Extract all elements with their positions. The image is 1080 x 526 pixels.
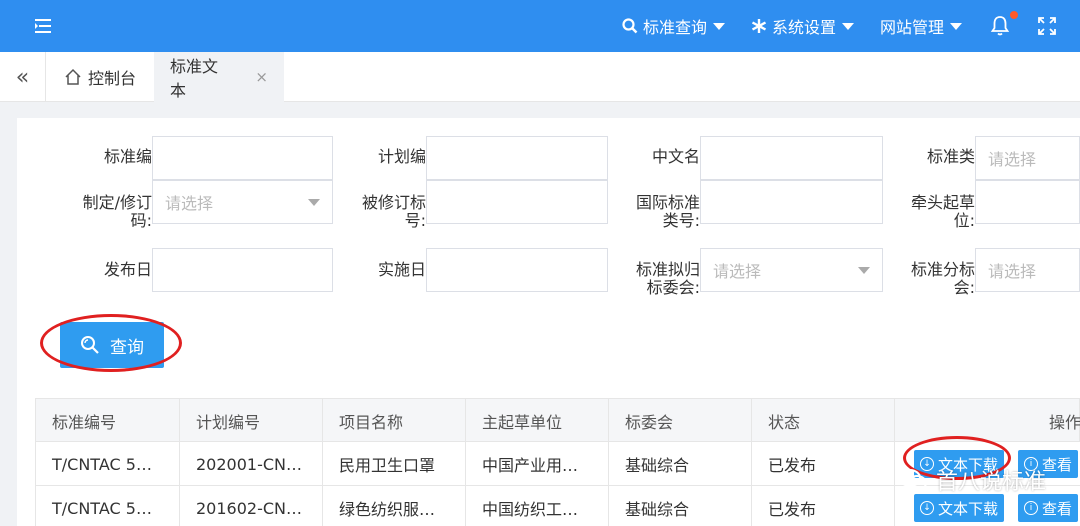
- download-text-button[interactable]: ↓ 文本下载: [914, 494, 1005, 522]
- label-subcommittee-line2: 会:: [953, 278, 975, 297]
- select-standard-type[interactable]: 请选择: [975, 136, 1080, 180]
- view-button[interactable]: i 查看: [1018, 494, 1079, 522]
- download-text-label: 文本下载: [938, 499, 999, 518]
- label-revised-standard-line2: 号:: [404, 211, 426, 230]
- label-proposed-committee-line1: 标准拟归: [635, 260, 700, 279]
- cell-plan-number: 201602-CN…: [180, 486, 323, 526]
- chevron-down-icon: [841, 22, 854, 30]
- cell-lead-unit: 中国产业用…: [466, 442, 609, 486]
- fullscreen-icon[interactable]: [1038, 17, 1056, 35]
- tab-console-label: 控制台: [88, 69, 137, 88]
- nav-site-management[interactable]: 网站管理: [880, 14, 962, 38]
- top-nav-menu: 标准查询 系统设置 网站管理: [596, 0, 1056, 52]
- search-button[interactable]: 查询: [60, 322, 164, 368]
- collapse-sidebar-button[interactable]: «: [0, 52, 46, 102]
- label-revised-standard-line1: 被修订标: [361, 193, 426, 212]
- watermark-text: 首八说标准: [935, 470, 1046, 495]
- select-revision-code-placeholder: 请选择: [165, 194, 214, 213]
- label-proposed-committee-line2: 标委会:: [646, 278, 700, 297]
- tab-console[interactable]: 控制台: [48, 52, 152, 102]
- cell-standard-number: T/CNTAC 5…: [36, 442, 180, 486]
- nav-site-management-label: 网站管理: [879, 18, 944, 37]
- header-standard-number: 标准编号: [36, 399, 180, 443]
- menu-toggle-icon[interactable]: [33, 16, 53, 36]
- label-international-class-line1: 国际标准: [635, 193, 700, 212]
- search-icon: [81, 336, 99, 354]
- cell-status: 已发布: [752, 486, 895, 526]
- chevron-down-icon: [712, 22, 725, 30]
- view-label: 查看: [1042, 455, 1073, 474]
- tab-bar: « 控制台 标准文本 ×: [0, 52, 1080, 102]
- select-standard-type-placeholder: 请选择: [988, 150, 1037, 169]
- header-lead-unit: 主起草单位: [466, 399, 609, 443]
- header-actions: 操作: [1048, 413, 1080, 432]
- nav-standard-query-label: 标准查询: [642, 18, 707, 37]
- header-project-name: 项目名称: [323, 399, 466, 443]
- label-subcommittee: 标准分标 会:: [840, 261, 975, 297]
- cell-project-name: 绿色纺织服…: [323, 486, 466, 526]
- wechat-icon: [898, 469, 927, 491]
- cell-standard-number: T/CNTAC 5…: [36, 486, 180, 526]
- label-revised-standard: 被修订标 号:: [291, 194, 426, 230]
- label-lead-drafter-line2: 位:: [953, 211, 975, 230]
- top-navigation-bar: 标准查询 系统设置 网站管理: [0, 0, 1080, 52]
- header-status: 状态: [752, 399, 895, 443]
- header-plan-number: 计划编号: [180, 399, 323, 443]
- watermark: 首八说标准: [898, 464, 1046, 496]
- nav-system-settings-label: 系统设置: [771, 18, 836, 37]
- double-chevron-left-icon: «: [15, 64, 30, 90]
- label-proposed-committee: 标准拟归 标委会:: [565, 261, 700, 297]
- chevron-down-icon: [950, 22, 962, 30]
- cell-committee: 基础综合: [609, 442, 752, 486]
- cell-committee: 基础综合: [609, 486, 752, 526]
- select-proposed-committee-placeholder: 请选择: [713, 262, 762, 281]
- label-revision-code-line2: 码:: [130, 211, 152, 230]
- tab-standard-text-label: 标准文本: [170, 57, 219, 100]
- notification-button[interactable]: [990, 11, 1018, 37]
- nav-system-settings[interactable]: 系统设置: [751, 14, 854, 38]
- view-label: 查看: [1042, 499, 1073, 518]
- close-icon[interactable]: ×: [255, 68, 268, 86]
- download-icon: ↓: [920, 501, 934, 515]
- search-button-label: 查询: [110, 337, 144, 358]
- home-icon: [65, 68, 81, 85]
- label-lead-drafter-line1: 牵头起草: [910, 193, 975, 212]
- label-plan-number: 计划编: [377, 147, 426, 166]
- cell-plan-number: 202001-CN…: [180, 442, 323, 486]
- label-publish-date: 发布日: [103, 260, 152, 279]
- select-subcommittee[interactable]: 请选择: [975, 248, 1080, 292]
- label-revision-code-line1: 制定/修订: [82, 193, 152, 212]
- table-header: 标准编号 计划编号 项目名称 主起草单位 标委会 状态 操作: [35, 398, 1080, 443]
- label-standard-number: 标准编: [103, 147, 152, 166]
- label-international-class-line2: 类号:: [662, 211, 700, 230]
- label-subcommittee-line1: 标准分标: [910, 260, 975, 279]
- input-lead-drafter[interactable]: [975, 180, 1080, 224]
- info-icon: i: [1024, 501, 1038, 515]
- bell-icon: [990, 16, 1010, 36]
- cell-status: 已发布: [752, 442, 895, 486]
- notification-dot: [1010, 11, 1018, 19]
- label-implement-date: 实施日: [377, 260, 426, 279]
- nav-standard-query[interactable]: 标准查询: [622, 14, 725, 38]
- label-international-class: 国际标准 类号:: [565, 194, 700, 230]
- gear-icon: [751, 19, 767, 33]
- label-standard-type: 标准类: [926, 147, 975, 166]
- tab-standard-text[interactable]: 标准文本 ×: [154, 52, 284, 102]
- cell-project-name: 民用卫生口罩: [323, 442, 466, 486]
- select-subcommittee-placeholder: 请选择: [988, 262, 1037, 281]
- label-revision-code: 制定/修订 码:: [17, 194, 152, 230]
- search-icon: [622, 18, 638, 34]
- header-committee: 标委会: [609, 399, 752, 443]
- cell-lead-unit: 中国纺织工…: [466, 486, 609, 526]
- label-chinese-name: 中文名: [651, 147, 700, 166]
- label-lead-drafter: 牵头起草 位:: [840, 194, 975, 230]
